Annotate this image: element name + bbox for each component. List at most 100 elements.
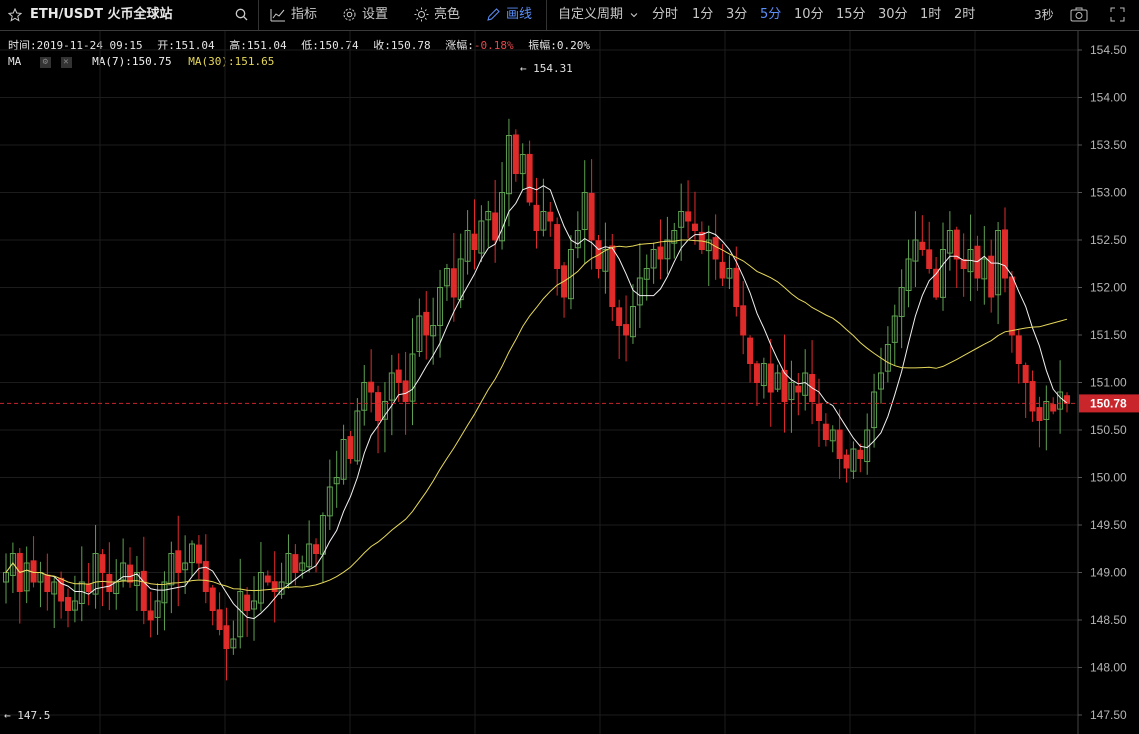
y-tick-label: 154.00 bbox=[1090, 91, 1127, 105]
y-tick-label: 152.50 bbox=[1090, 233, 1127, 247]
candle-body bbox=[1015, 335, 1022, 364]
candle-body bbox=[223, 625, 230, 650]
search-icon[interactable] bbox=[235, 0, 253, 30]
y-tick-label: 153.00 bbox=[1090, 186, 1127, 200]
y-tick-label: 151.50 bbox=[1090, 328, 1127, 342]
candle-body bbox=[244, 594, 251, 612]
symbol-title[interactable]: ETH/USDT 火币全球站 bbox=[30, 0, 172, 30]
y-tick-label: 149.50 bbox=[1090, 518, 1127, 532]
candle-body bbox=[657, 246, 664, 260]
candle-body bbox=[747, 337, 754, 365]
candle-body bbox=[1050, 404, 1057, 412]
candle-body bbox=[588, 192, 595, 241]
candle-body bbox=[492, 212, 499, 241]
candle-body bbox=[512, 134, 519, 175]
period-tab-5[interactable]: 15分 bbox=[836, 0, 866, 30]
custom-period-label: 自定义周期 bbox=[558, 7, 624, 22]
candle-body bbox=[1036, 407, 1043, 422]
y-tick-label: 154.50 bbox=[1090, 43, 1127, 57]
chevron-down-icon bbox=[630, 12, 638, 17]
candle-body bbox=[712, 237, 719, 260]
candle-body bbox=[1001, 229, 1008, 279]
y-tick-label: 147.50 bbox=[1090, 708, 1127, 722]
period-tab-7[interactable]: 1时 bbox=[920, 0, 941, 30]
candle-body bbox=[547, 211, 554, 222]
candle-body bbox=[926, 249, 933, 269]
period-tab-2[interactable]: 3分 bbox=[726, 0, 747, 30]
candle-body bbox=[85, 583, 92, 592]
candle-body bbox=[857, 449, 864, 460]
candle-body bbox=[195, 544, 202, 564]
candle-body bbox=[616, 307, 623, 327]
price-annotation: ← 154.31 bbox=[520, 62, 573, 75]
candle-body bbox=[450, 268, 457, 298]
candle-body bbox=[533, 204, 540, 231]
candle-body bbox=[815, 403, 822, 421]
settings-button[interactable]: 设置 bbox=[342, 0, 388, 30]
y-tick-label: 150.00 bbox=[1090, 471, 1127, 485]
candle-body bbox=[375, 392, 382, 421]
period-tab-1[interactable]: 1分 bbox=[692, 0, 713, 30]
y-tick-label: 149.00 bbox=[1090, 566, 1127, 580]
candle-body bbox=[526, 153, 533, 203]
period-tab-4[interactable]: 10分 bbox=[794, 0, 824, 30]
candlestick-chart[interactable]: 147.50 148.00 148.50 149.00 149.50 150.00 150.… bbox=[0, 31, 1139, 734]
candle-body bbox=[719, 261, 726, 279]
custom-period-dropdown[interactable]: 自定义周期 bbox=[558, 0, 638, 30]
y-tick-label: 150.50 bbox=[1090, 423, 1127, 437]
fullscreen-icon[interactable] bbox=[1110, 0, 1125, 30]
candle-body bbox=[685, 211, 692, 222]
ma7-line bbox=[5, 185, 1068, 620]
indicators-button[interactable]: 指标 bbox=[270, 0, 317, 30]
candles bbox=[3, 118, 1070, 681]
candle-body bbox=[795, 385, 802, 393]
candle-body bbox=[44, 574, 51, 592]
candle-body bbox=[471, 233, 478, 251]
candle-body bbox=[264, 575, 271, 583]
refresh-interval[interactable]: 3秒 bbox=[1034, 0, 1054, 30]
candle-body bbox=[209, 587, 216, 612]
candle-body bbox=[919, 241, 926, 251]
favorite-star-icon[interactable] bbox=[8, 0, 27, 30]
candle-body bbox=[753, 363, 760, 383]
gear-icon bbox=[343, 8, 356, 21]
candle-body bbox=[822, 423, 829, 441]
candle-body bbox=[127, 564, 134, 583]
y-tick-label: 151.00 bbox=[1090, 376, 1127, 390]
candle-body bbox=[271, 581, 278, 593]
candle-body bbox=[99, 554, 106, 574]
ma-lines bbox=[5, 185, 1068, 620]
price-annotation: ← 147.5 bbox=[4, 709, 50, 722]
candle-body bbox=[202, 561, 209, 592]
candle-body bbox=[609, 245, 616, 307]
camera-icon[interactable] bbox=[1070, 0, 1088, 30]
candle-body bbox=[691, 223, 698, 232]
candle-body bbox=[836, 429, 843, 460]
period-tab-3[interactable]: 5分 bbox=[760, 0, 781, 30]
candle-body bbox=[347, 436, 354, 459]
y-tick-label: 148.50 bbox=[1090, 613, 1127, 627]
candle-body bbox=[216, 609, 223, 630]
ma30-line bbox=[5, 239, 1068, 592]
candle-body bbox=[175, 550, 182, 574]
candle-body bbox=[733, 267, 740, 307]
draw-button[interactable]: 画线 bbox=[486, 0, 532, 30]
y-tick-label: 153.50 bbox=[1090, 138, 1127, 152]
y-tick-label: 152.00 bbox=[1090, 281, 1127, 295]
candle-body bbox=[402, 380, 409, 403]
candle-body bbox=[147, 610, 154, 621]
candle-body bbox=[767, 363, 774, 393]
candle-body bbox=[423, 311, 430, 336]
candle-body bbox=[395, 369, 402, 384]
candle-body bbox=[292, 554, 299, 574]
period-tab-6[interactable]: 30分 bbox=[878, 0, 908, 30]
brightness-label: 亮色 bbox=[434, 7, 461, 22]
candle-body bbox=[313, 544, 320, 554]
candle-body bbox=[65, 597, 72, 612]
period-tab-8[interactable]: 2时 bbox=[954, 0, 975, 30]
grid-lines bbox=[0, 31, 1078, 734]
candle-body bbox=[140, 570, 147, 611]
brightness-button[interactable]: 亮色 bbox=[414, 0, 460, 30]
candle-body bbox=[106, 573, 113, 592]
period-tab-0[interactable]: 分时 bbox=[652, 0, 678, 30]
